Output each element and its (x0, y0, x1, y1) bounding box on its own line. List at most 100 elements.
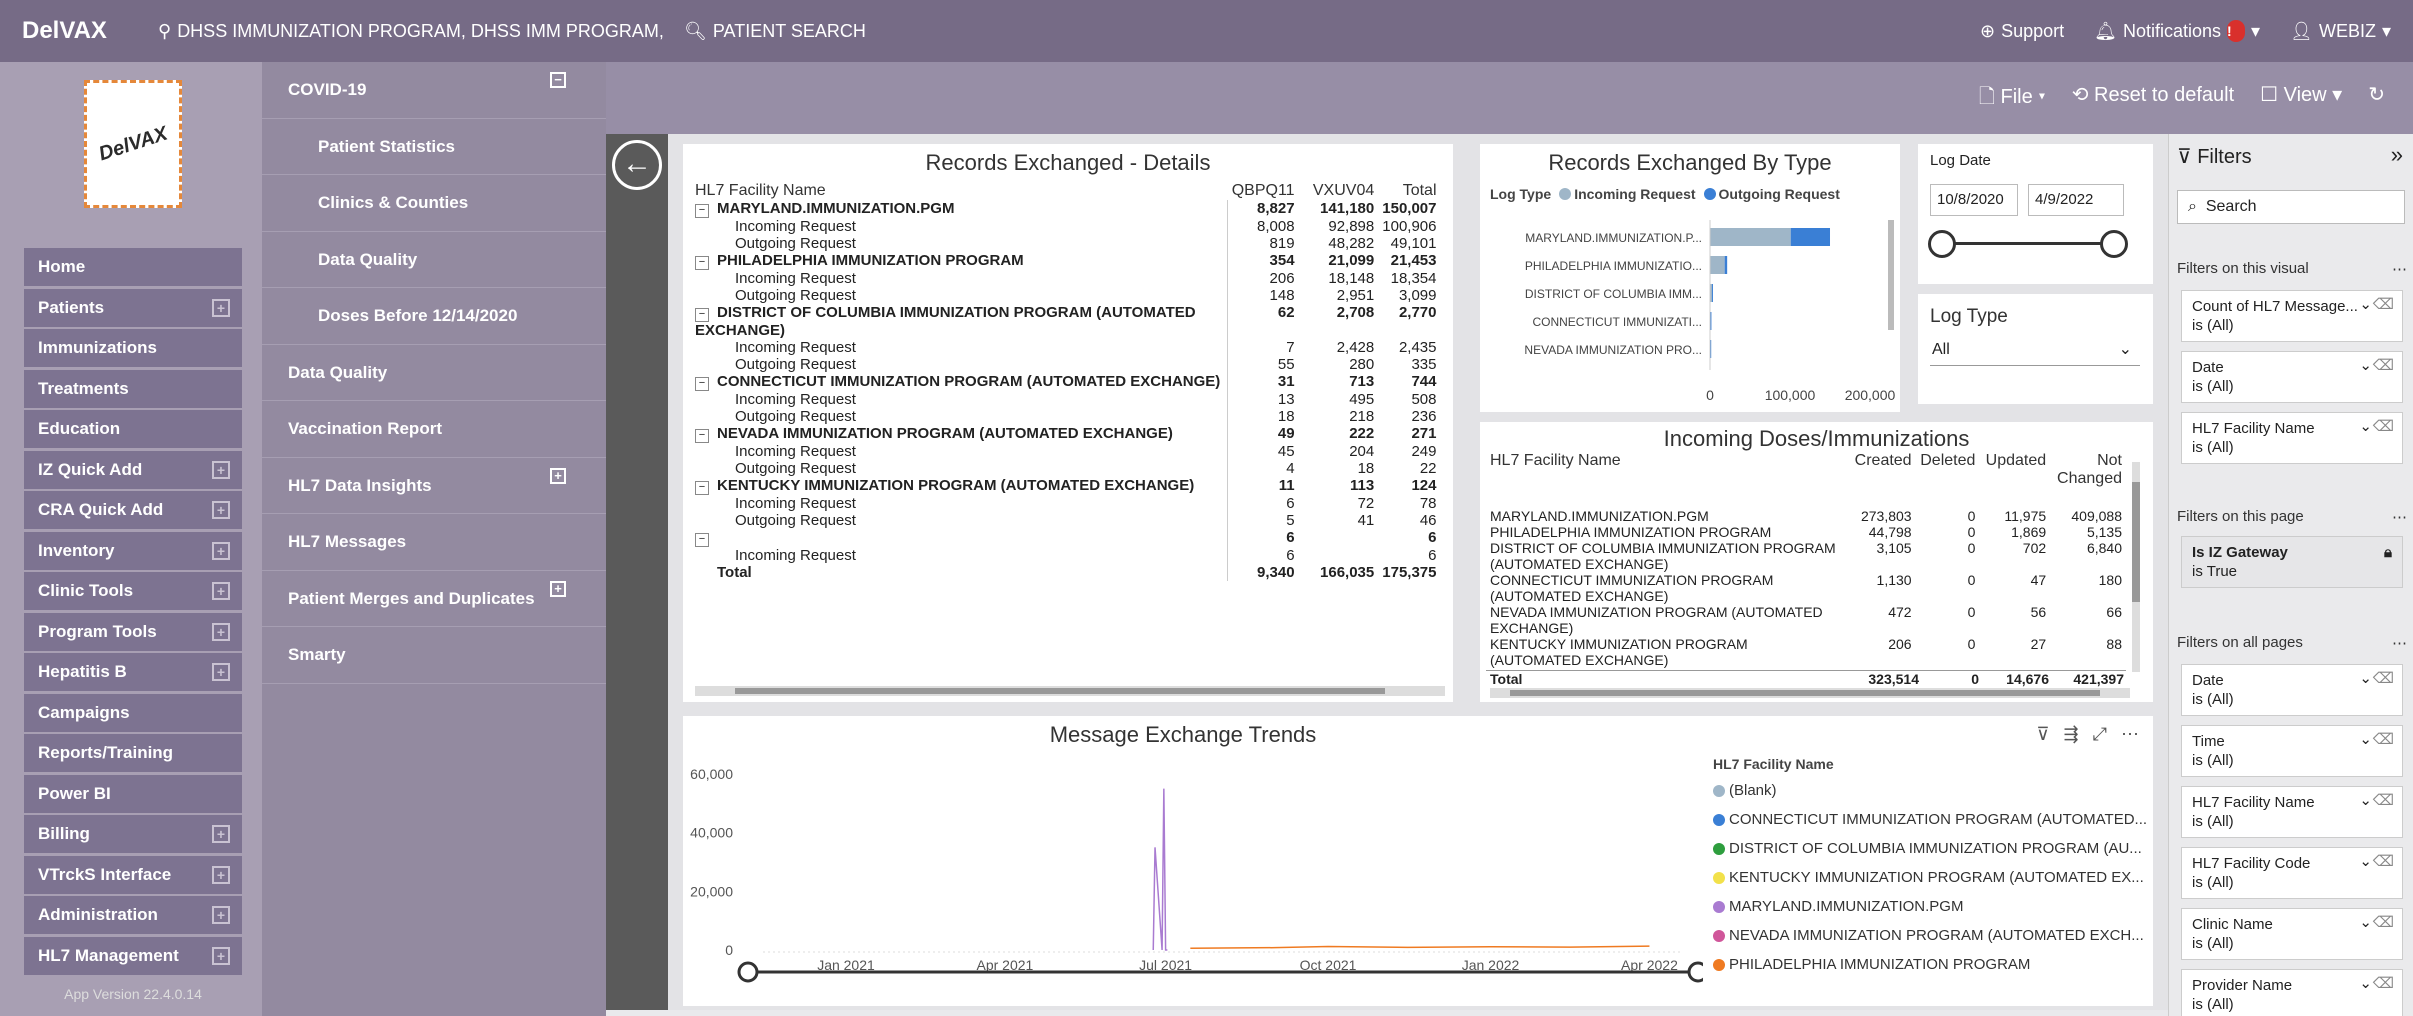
filter-card-date[interactable]: Date is (All) ⌄ ⌫ (2181, 351, 2403, 403)
nav-item-program-tools[interactable]: Program Tools + (24, 612, 242, 651)
subnav-item-vaccination-report[interactable]: Vaccination Report (262, 401, 606, 458)
support-link[interactable]: ⊕ Support (1980, 21, 2064, 42)
expand-plus-icon[interactable]: + (212, 663, 230, 681)
bar-incoming[interactable] (1710, 256, 1725, 274)
legend-incoming[interactable]: Incoming Request (1559, 186, 1696, 202)
nav-item-iz-quick-add[interactable]: IZ Quick Add + (24, 450, 242, 489)
eraser-icon[interactable]: ⌫ (2373, 974, 2394, 993)
expand-plus-icon[interactable]: + (212, 906, 230, 924)
trend-legend-item[interactable]: MARYLAND.IMMUNIZATION.PGM (1713, 892, 2147, 921)
drill-icon[interactable]: ⇶ (2064, 724, 2079, 745)
nav-item-hl7-management[interactable]: HL7 Management + (24, 936, 242, 975)
bar-outgoing[interactable] (1710, 312, 1712, 330)
notifications-menu[interactable]: 🔔︎ Notifications! ▾ (2094, 20, 2260, 42)
eraser-icon[interactable]: ⌫ (2373, 852, 2394, 871)
doses-col-deleted[interactable]: Deleted (1916, 452, 1980, 508)
trend-legend-item[interactable]: PHILADELPHIA IMMUNIZATION PROGRAM (1713, 950, 2147, 979)
chevron-down-icon[interactable]: ⌄ (2359, 791, 2372, 810)
focus-mode-icon[interactable]: ⤢ (2093, 724, 2107, 745)
expand-icon[interactable]: + (550, 467, 566, 484)
expand-plus-icon[interactable]: + (212, 298, 230, 317)
location-selector[interactable]: ⚲ DHSS IMMUNIZATION PROGRAM, DHSS IMM PR… (158, 21, 664, 42)
chevron-down-icon[interactable]: ⌄ (2359, 295, 2372, 314)
log-date-to[interactable]: 4/9/2022 (2028, 184, 2124, 216)
date-range-end-handle[interactable] (2100, 230, 2128, 258)
chevron-down-icon[interactable]: ⌄ (2359, 913, 2372, 932)
collapse-pane-icon[interactable]: » (2391, 142, 2403, 168)
eraser-icon[interactable]: ⌫ (2373, 295, 2394, 314)
refresh-icon[interactable]: ↻ (2368, 82, 2385, 116)
expand-plus-icon[interactable]: + (212, 946, 230, 965)
subnav-item-hl7-messages[interactable]: HL7 Messages (262, 514, 606, 571)
collapse-row-icon[interactable]: − (695, 256, 709, 270)
eraser-icon[interactable]: ⌫ (2373, 669, 2394, 688)
trend-legend-item[interactable]: KENTUCKY IMMUNIZATION PROGRAM (AUTOMATED… (1713, 863, 2147, 892)
expand-plus-icon[interactable]: + (212, 622, 230, 641)
expand-plus-icon[interactable]: + (212, 541, 230, 560)
back-arrow-icon[interactable]: ← (612, 140, 662, 190)
legend-outgoing[interactable]: Outgoing Request (1703, 186, 1840, 202)
collapse-row-icon[interactable]: − (695, 533, 709, 547)
log-date-from[interactable]: 10/8/2020 (1930, 184, 2018, 216)
doses-hscroll[interactable] (1490, 688, 2130, 698)
view-menu[interactable]: ☐ View ▾ (2260, 82, 2342, 116)
nav-item-reports-training[interactable]: Reports/Training (24, 734, 242, 772)
collapse-icon[interactable]: − (550, 72, 566, 88)
doses-col-facility[interactable]: HL7 Facility Name (1486, 452, 1845, 508)
filter-card-is-iz-gateway[interactable]: Is IZ Gateway is True 🔒︎ (2181, 536, 2403, 588)
nav-item-billing[interactable]: Billing + (24, 815, 242, 853)
time-range-end-handle[interactable] (1687, 961, 1703, 983)
subnav-item-patient-merges-and-duplicates[interactable]: Patient Merges and Duplicates + (262, 571, 606, 627)
nav-item-vtrcks-interface[interactable]: VTrckS Interface + (24, 855, 242, 894)
time-range-start-handle[interactable] (737, 961, 759, 983)
expand-plus-icon[interactable]: + (212, 825, 230, 843)
subnav-item-covid-19[interactable]: COVID-19 − (262, 62, 606, 119)
collapse-row-icon[interactable]: − (695, 377, 709, 391)
nav-item-power-bi[interactable]: Power BI (24, 774, 242, 813)
filter-card-date[interactable]: Date is (All) ⌄ ⌫ (2181, 664, 2403, 716)
nav-item-clinic-tools[interactable]: Clinic Tools + (24, 572, 242, 610)
nav-item-home[interactable]: Home (24, 248, 242, 286)
expand-plus-icon[interactable]: + (212, 460, 230, 479)
subnav-item-patient-statistics[interactable]: Patient Statistics (262, 119, 606, 175)
nav-item-cra-quick-add[interactable]: CRA Quick Add + (24, 491, 242, 529)
col-total[interactable]: Total (1378, 182, 1440, 200)
filters-search-input[interactable]: ⌕ Search (2177, 190, 2405, 224)
more-options-icon[interactable]: ⋯ (2392, 634, 2407, 652)
file-menu[interactable]: 🗋︎ File ▾ (1979, 82, 2046, 116)
expand-plus-icon[interactable]: + (212, 501, 230, 519)
filter-card-hl7-facility-code[interactable]: HL7 Facility Code is (All) ⌄ ⌫ (2181, 847, 2403, 899)
expand-icon[interactable]: + (550, 580, 566, 597)
col-facility[interactable]: HL7 Facility Name (691, 182, 1228, 200)
filter-card-provider-name[interactable]: Provider Name is (All) ⌄ ⌫ (2181, 969, 2403, 1016)
trend-legend-item[interactable]: CONNECTICUT IMMUNIZATION PROGRAM (AUTOMA… (1713, 805, 2147, 834)
doses-vscroll[interactable] (2132, 462, 2140, 672)
collapse-row-icon[interactable]: − (695, 308, 709, 322)
filter-card-hl7-facility-name[interactable]: HL7 Facility Name is (All) ⌄ ⌫ (2181, 412, 2403, 464)
filter-card-clinic-name[interactable]: Clinic Name is (All) ⌄ ⌫ (2181, 908, 2403, 960)
col-qbpq11[interactable]: QBPQ11 (1228, 182, 1299, 200)
chevron-down-icon[interactable]: ⌄ (2359, 852, 2372, 871)
filter-card-hl7-facility-name[interactable]: HL7 Facility Name is (All) ⌄ ⌫ (2181, 786, 2403, 838)
subnav-item-data-quality[interactable]: Data Quality (262, 345, 606, 401)
chevron-down-icon[interactable]: ⌄ (2359, 669, 2372, 688)
col-vxuv04[interactable]: VXUV04 (1299, 182, 1379, 200)
patient-search-link[interactable]: 🔍︎ PATIENT SEARCH (684, 21, 866, 42)
filter-card-time[interactable]: Time is (All) ⌄ ⌫ (2181, 725, 2403, 777)
collapse-row-icon[interactable]: − (695, 481, 709, 495)
trend-legend-item[interactable]: DISTRICT OF COLUMBIA IMMUNIZATION PROGRA… (1713, 834, 2147, 863)
nav-item-hepatitis-b[interactable]: Hepatitis B + (24, 653, 242, 691)
bar-outgoing[interactable] (1724, 256, 1728, 274)
subnav-item-data-quality[interactable]: Data Quality (262, 232, 606, 288)
eraser-icon[interactable]: ⌫ (2373, 913, 2394, 932)
nav-item-education[interactable]: Education (24, 410, 242, 448)
chevron-down-icon[interactable]: ⌄ (2359, 356, 2372, 375)
doses-col-updated[interactable]: Updated (1979, 452, 2050, 508)
reset-button[interactable]: ⟲ Reset to default (2072, 82, 2234, 116)
eraser-icon[interactable]: ⌫ (2373, 791, 2394, 810)
nav-item-administration[interactable]: Administration + (24, 896, 242, 934)
eraser-icon[interactable]: ⌫ (2373, 356, 2394, 375)
date-range-start-handle[interactable] (1928, 230, 1956, 258)
eraser-icon[interactable]: ⌫ (2373, 417, 2394, 436)
chevron-down-icon[interactable]: ⌄ (2359, 730, 2372, 749)
